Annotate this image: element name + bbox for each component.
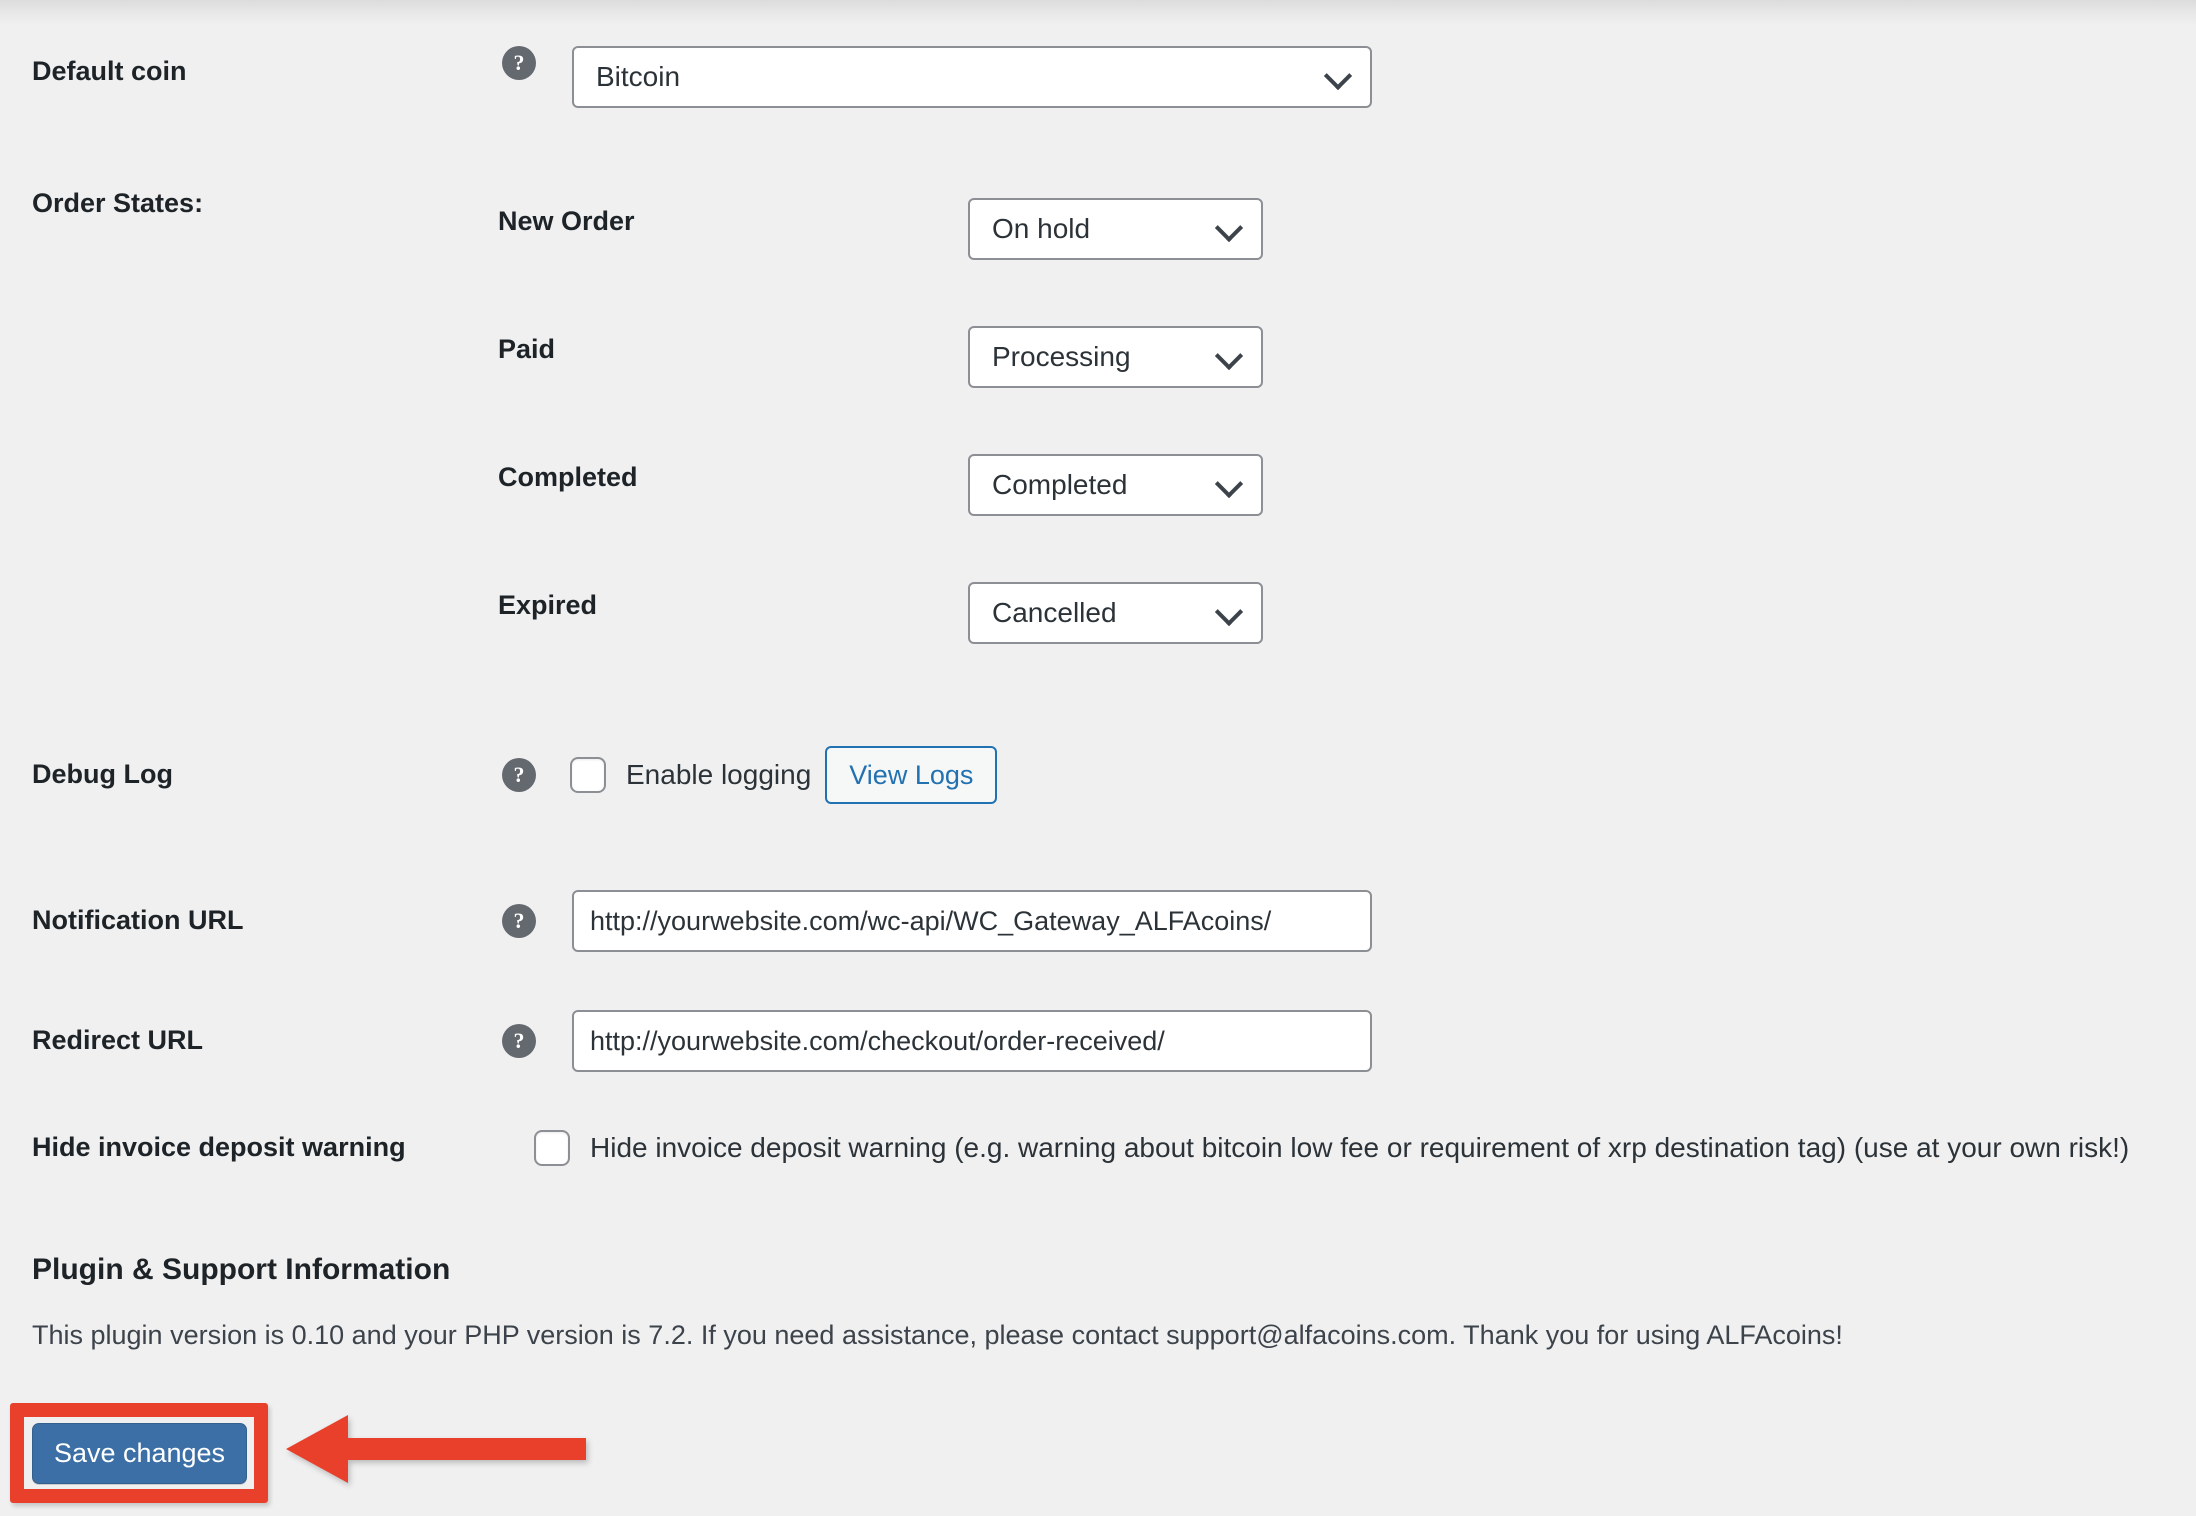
settings-page: Default coin ? Bitcoin Order States: New… xyxy=(0,0,2196,1516)
annotation-arrow-icon xyxy=(286,1415,586,1483)
chevron-down-icon xyxy=(1214,469,1244,499)
paid-value: Processing xyxy=(992,341,1131,372)
order-states-label: Order States: xyxy=(32,188,204,218)
completed-select[interactable]: Completed xyxy=(968,454,1263,516)
order-state-row-new-order: New Order On hold xyxy=(498,198,1263,260)
debug-log-label: Debug Log xyxy=(32,759,173,790)
field-row-debug-log: Debug Log ? Enable logging View Logs xyxy=(32,746,998,804)
default-coin-select[interactable]: Bitcoin xyxy=(572,46,1372,108)
expired-label: Expired xyxy=(498,590,598,620)
order-state-row-paid: Paid Processing xyxy=(498,326,1263,388)
hide-invoice-warning-checkbox[interactable] xyxy=(534,1130,570,1166)
field-row-notification-url: Notification URL ? http://yourwebsite.co… xyxy=(32,890,1372,952)
hide-invoice-warning-checkbox-label: Hide invoice deposit warning (e.g. warni… xyxy=(590,1132,2130,1163)
new-order-select[interactable]: On hold xyxy=(968,198,1263,260)
chevron-down-icon xyxy=(1214,597,1244,627)
expired-select[interactable]: Cancelled xyxy=(968,582,1263,644)
paid-select[interactable]: Processing xyxy=(968,326,1263,388)
save-changes-button[interactable]: Save changes xyxy=(32,1423,247,1484)
default-coin-label: Default coin xyxy=(32,56,187,86)
field-row-hide-invoice-warning: Hide invoice deposit warning Hide invoic… xyxy=(32,1130,2129,1166)
plugin-info-title: Plugin & Support Information xyxy=(32,1253,451,1286)
help-icon[interactable]: ? xyxy=(502,46,536,80)
help-icon[interactable]: ? xyxy=(502,1024,536,1058)
notification-url-input[interactable]: http://yourwebsite.com/wc-api/WC_Gateway… xyxy=(572,890,1372,952)
new-order-value: On hold xyxy=(992,213,1091,244)
redirect-url-input[interactable]: http://yourwebsite.com/checkout/order-re… xyxy=(572,1010,1372,1072)
enable-logging-label: Enable logging xyxy=(626,759,812,790)
order-state-row-expired: Expired Cancelled xyxy=(498,582,1263,644)
chevron-down-icon xyxy=(1214,341,1244,371)
completed-value: Completed xyxy=(992,469,1128,500)
plugin-info-text: This plugin version is 0.10 and your PHP… xyxy=(32,1320,1843,1350)
order-states-label-row: Order States: xyxy=(32,178,502,221)
enable-logging-checkbox[interactable] xyxy=(570,757,606,793)
field-row-default-coin: Default coin ? Bitcoin xyxy=(32,46,1372,108)
default-coin-value: Bitcoin xyxy=(596,61,681,92)
chevron-down-icon xyxy=(1214,213,1244,243)
expired-value: Cancelled xyxy=(992,597,1117,628)
chevron-down-icon xyxy=(1323,61,1353,91)
paid-label: Paid xyxy=(498,334,556,364)
notification-url-label: Notification URL xyxy=(32,905,244,936)
help-icon[interactable]: ? xyxy=(502,758,536,792)
completed-label: Completed xyxy=(498,462,638,492)
view-logs-button[interactable]: View Logs xyxy=(825,746,998,804)
hide-invoice-warning-label: Hide invoice deposit warning xyxy=(32,1132,406,1163)
redirect-url-label: Redirect URL xyxy=(32,1025,204,1056)
field-row-redirect-url: Redirect URL ? http://yourwebsite.com/ch… xyxy=(32,1010,1372,1072)
new-order-label: New Order xyxy=(498,206,635,236)
help-icon[interactable]: ? xyxy=(502,904,536,938)
order-state-row-completed: Completed Completed xyxy=(498,454,1263,516)
